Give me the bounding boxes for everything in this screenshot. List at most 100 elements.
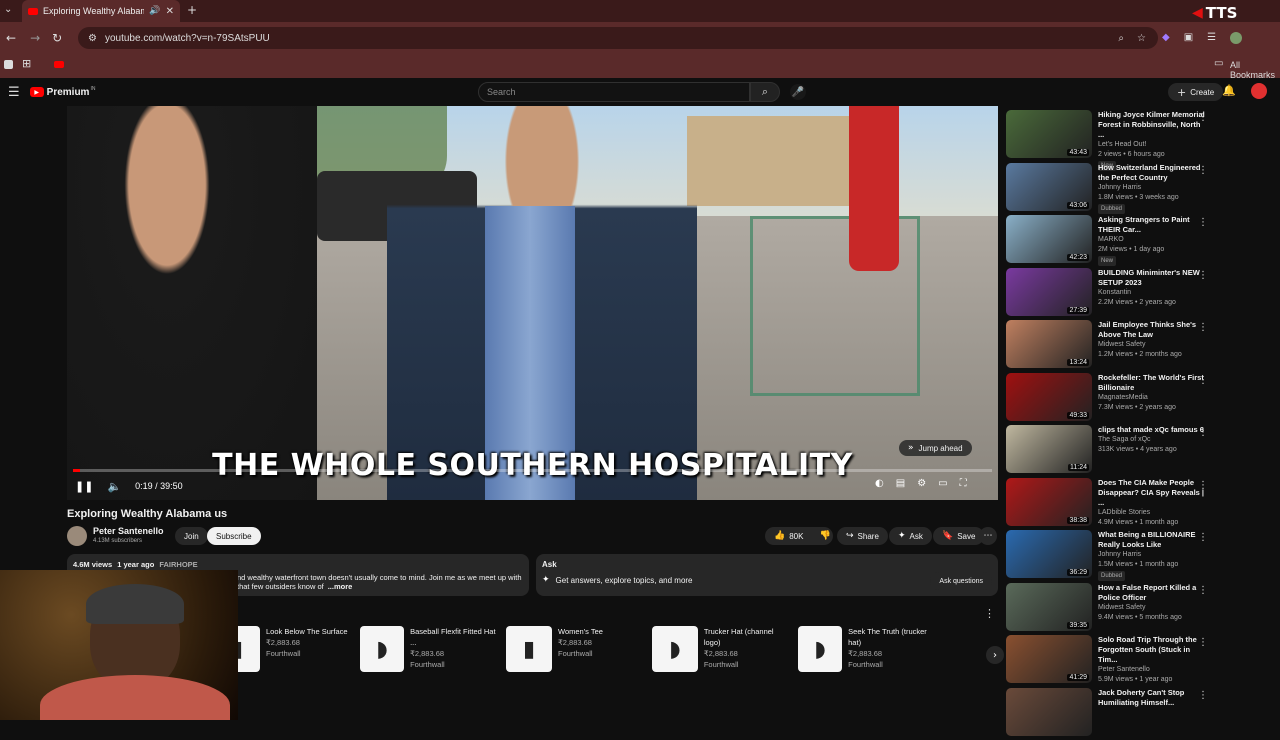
- subscribe-button[interactable]: Subscribe: [207, 527, 261, 545]
- recommendation-item[interactable]: Jack Doherty Can't Stop Humiliating Hims…: [1006, 687, 1276, 740]
- extension-icon[interactable]: ◆: [1162, 32, 1170, 44]
- channel-avatar[interactable]: [67, 526, 87, 546]
- like-icon[interactable]: 👍: [774, 531, 785, 541]
- recommendation-thumbnail[interactable]: 38:38: [1006, 477, 1092, 526]
- more-vertical-icon[interactable]: ⋮: [1198, 270, 1208, 281]
- recommendation-title[interactable]: Asking Strangers to Paint THEIR Car...: [1098, 215, 1208, 235]
- puzzle-icon[interactable]: ▣: [1184, 32, 1193, 44]
- recommendation-thumbnail[interactable]: 13:24: [1006, 320, 1092, 368]
- search-button[interactable]: ⌕: [750, 82, 780, 102]
- recommendation-thumbnail[interactable]: 41:29: [1006, 635, 1092, 683]
- show-more-link[interactable]: ...more: [328, 582, 353, 591]
- more-vertical-icon[interactable]: ⋮: [1198, 585, 1208, 596]
- captions-icon[interactable]: ▤: [896, 478, 905, 489]
- voice-search-icon[interactable]: 🎤: [790, 84, 806, 100]
- recommendation-thumbnail[interactable]: 49:33: [1006, 372, 1092, 421]
- recommendation-title[interactable]: Jack Doherty Can't Stop Humiliating Hims…: [1098, 688, 1208, 708]
- youtube-bookmark-icon[interactable]: [54, 61, 64, 68]
- page-icon[interactable]: [4, 60, 13, 69]
- recommendation-channel[interactable]: MagnatesMedia: [1098, 393, 1208, 403]
- recommendation-item[interactable]: 36:29 What Being a BILLIONAIRE Really Loo…: [1006, 530, 1276, 582]
- more-vertical-icon[interactable]: ⋮: [1198, 217, 1208, 228]
- like-count[interactable]: 80K: [789, 532, 803, 541]
- location-tag[interactable]: FAIRHOPE: [159, 560, 197, 569]
- recommendation-title[interactable]: What Being a BILLIONAIRE Really Looks Li…: [1098, 530, 1208, 550]
- ask-questions-button[interactable]: Ask questions: [930, 572, 992, 590]
- recommendation-item[interactable]: 49:33 Rockefeller: The World's First Bill…: [1006, 372, 1276, 425]
- ask-button[interactable]: ✦ Ask: [889, 527, 932, 545]
- more-vertical-icon[interactable]: ⋮: [1198, 427, 1208, 438]
- recommendation-item[interactable]: 38:38 Does The CIA Make People Disappear?…: [1006, 477, 1276, 530]
- shop-item[interactable]: ◗ Seek The Truth (trucker hat) ₹2,883.68…: [798, 626, 938, 672]
- shop-item[interactable]: ▮ Women's Tee ₹2,883.68 Fourthwall: [506, 626, 646, 672]
- recommendation-item[interactable]: 43:43 Hiking Joyce Kilmer Memorial Forest…: [1006, 110, 1276, 171]
- recommendation-channel[interactable]: Midwest Safety: [1098, 603, 1208, 613]
- recommendation-channel[interactable]: Peter Santenello: [1098, 665, 1208, 675]
- bookmark-star-icon[interactable]: ☆: [1137, 33, 1146, 44]
- reload-icon[interactable]: ↻: [52, 31, 62, 45]
- recommendation-title[interactable]: Solo Road Trip Through the Forgotten Sou…: [1098, 635, 1208, 665]
- profile-avatar[interactable]: [1230, 32, 1243, 44]
- recommendation-title[interactable]: Jail Employee Thinks She's Above The Law: [1098, 320, 1208, 340]
- shop-item[interactable]: ◗ Baseball Flexfit Fitted Hat ... ₹2,883…: [360, 626, 500, 672]
- recommendation-thumbnail[interactable]: 42:23: [1006, 215, 1092, 263]
- pause-icon[interactable]: ❚❚: [75, 480, 93, 493]
- search-input[interactable]: Search: [478, 82, 750, 102]
- recommendation-title[interactable]: How a False Report Killed a Police Offic…: [1098, 583, 1208, 603]
- tts-extension[interactable]: ◀ TTS: [1192, 4, 1237, 22]
- more-vertical-icon[interactable]: ⋮: [1198, 532, 1208, 543]
- account-avatar[interactable]: [1251, 83, 1267, 99]
- recommendation-title[interactable]: BUILDING Miniminter's NEW SETUP 2023: [1098, 268, 1208, 288]
- dislike-icon[interactable]: 👎: [819, 531, 830, 541]
- new-tab-icon[interactable]: +: [187, 3, 197, 17]
- recommendation-channel[interactable]: The Saga of xQc: [1098, 435, 1208, 445]
- recommendation-item[interactable]: 13:24 Jail Employee Thinks She's Above Th…: [1006, 320, 1276, 372]
- save-button[interactable]: 🔖 Save: [933, 527, 985, 545]
- recommendation-thumbnail[interactable]: 36:29: [1006, 530, 1092, 578]
- url-bar[interactable]: ⚙ youtube.com/watch?v=n-79SAtsPUU ☆ ⌕: [78, 27, 1158, 49]
- recommendation-item[interactable]: 11:24 clips that made xQc famous 6 The Sag…: [1006, 425, 1276, 477]
- video-player[interactable]: THE WHOLE SOUTHERN HOSPITALITY » Jump ah…: [67, 106, 998, 500]
- recommendation-title[interactable]: Rockefeller: The World's First Billionai…: [1098, 373, 1208, 393]
- create-button[interactable]: + Create: [1168, 83, 1224, 101]
- recommendation-item[interactable]: 42:23 Asking Strangers to Paint THEIR Car…: [1006, 215, 1276, 267]
- settings-icon[interactable]: ⚙: [917, 478, 926, 489]
- apps-icon[interactable]: ⊞: [22, 57, 31, 70]
- recommendation-item[interactable]: 39:35 How a False Report Killed a Police …: [1006, 582, 1276, 635]
- site-info-icon[interactable]: ⚙: [88, 33, 97, 44]
- close-tab-icon[interactable]: ✕: [166, 6, 174, 17]
- recommendation-item[interactable]: 27:39 BUILDING Miniminter's NEW SETUP 202…: [1006, 267, 1276, 320]
- more-vertical-icon[interactable]: ⋮: [1198, 375, 1208, 386]
- shop-item[interactable]: ◗ Trucker Hat (channel logo) ₹2,883.68 F…: [652, 626, 792, 672]
- share-button[interactable]: ↪ Share: [837, 527, 888, 545]
- notifications-icon[interactable]: 🔔: [1222, 84, 1236, 97]
- zoom-icon[interactable]: ⌕: [1118, 33, 1124, 44]
- more-vertical-icon[interactable]: ⋮: [1198, 637, 1208, 648]
- hamburger-menu-icon[interactable]: ☰: [8, 85, 20, 100]
- recommendation-thumbnail[interactable]: 43:06: [1006, 162, 1092, 211]
- miniplayer-icon[interactable]: ▭: [938, 478, 947, 489]
- fullscreen-icon[interactable]: ⛶: [960, 478, 967, 489]
- recommendation-channel[interactable]: Johnny Harris: [1098, 550, 1208, 560]
- join-button[interactable]: Join: [175, 527, 208, 545]
- more-actions-button[interactable]: ⋯: [979, 527, 997, 545]
- recommendation-title[interactable]: Hiking Joyce Kilmer Memorial Forest in R…: [1098, 110, 1208, 140]
- shop-more-icon[interactable]: ⋮: [984, 607, 995, 620]
- jump-ahead-button[interactable]: » Jump ahead: [899, 440, 972, 456]
- recommendation-item[interactable]: 41:29 Solo Road Trip Through the Forgotte…: [1006, 635, 1276, 687]
- recommendation-channel[interactable]: Midwest Safety: [1098, 340, 1208, 350]
- recommendation-title[interactable]: clips that made xQc famous 6: [1098, 425, 1208, 435]
- recommendation-item[interactable]: 43:06 How Switzerland Engineered the Perf…: [1006, 162, 1276, 215]
- recommendation-channel[interactable]: Konstantin: [1098, 288, 1208, 298]
- audio-icon[interactable]: 🔊: [149, 6, 160, 16]
- more-vertical-icon[interactable]: ⋮: [1198, 480, 1208, 491]
- more-vertical-icon[interactable]: ⋮: [1198, 165, 1208, 176]
- progress-bar[interactable]: [73, 469, 992, 472]
- recommendation-channel[interactable]: Let's Head Out!: [1098, 140, 1208, 150]
- autoplay-toggle-icon[interactable]: ◐: [875, 478, 884, 489]
- youtube-logo-icon[interactable]: ▶: [29, 87, 44, 97]
- recommendation-thumbnail[interactable]: [1006, 687, 1092, 736]
- recommendation-title[interactable]: Does The CIA Make People Disappear? CIA …: [1098, 478, 1208, 508]
- menu-icon[interactable]: ☰: [1207, 32, 1216, 44]
- premium-logo-text[interactable]: Premium: [47, 87, 90, 98]
